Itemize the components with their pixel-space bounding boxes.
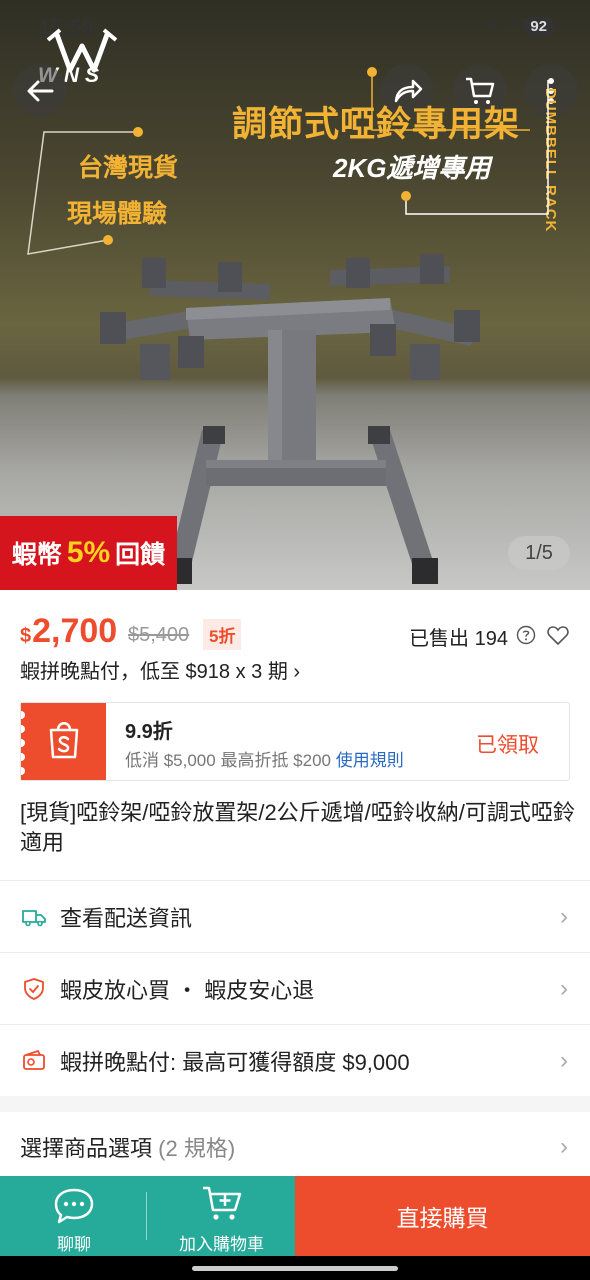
voucher-desc: 低消 $5,000 最高折抵 $200 使用規則: [125, 746, 404, 771]
cart-plus-icon: [203, 1186, 242, 1220]
voucher-condition: 低消 $5,000 最高折抵 $200: [125, 751, 331, 770]
shipping-info-label: 查看配送資訊: [60, 905, 193, 931]
help-icon[interactable]: [516, 625, 536, 645]
coin-prefix: 蝦幣: [11, 541, 62, 569]
options-count: (2 規格): [158, 1136, 236, 1161]
callout-dot: [401, 191, 411, 201]
add-to-cart-button[interactable]: 加入購物車: [148, 1176, 295, 1256]
installment-link[interactable]: 蝦拼晚點付，低至 $918 x 3 期 ›: [20, 655, 300, 684]
callout-dot: [133, 127, 143, 137]
heart-icon[interactable]: [546, 623, 570, 647]
options-label: 選擇商品選項: [20, 1136, 153, 1161]
voucher-shop-badge: [17, 703, 106, 780]
product-options-label: 選擇商品選項 (2 規格): [20, 1131, 235, 1163]
bottom-action-bar: 聊聊 加入購物車 直接購買: [0, 1176, 590, 1256]
shield-check-icon: [24, 978, 44, 1000]
coin-cashback-banner: 蝦幣 5% 回饋: [0, 516, 177, 590]
coin-percent: 5%: [66, 536, 111, 569]
chevron-right-icon: ›: [560, 1133, 568, 1160]
chat-icon: [54, 1188, 94, 1224]
wallet-icon: [23, 1049, 45, 1070]
section-divider: [0, 1096, 590, 1112]
chat-button[interactable]: 聊聊: [0, 1176, 148, 1256]
guarantee-row[interactable]: 蝦皮放心買 ・ 蝦皮安心退 ›: [0, 952, 590, 1024]
voucher-claimed-status[interactable]: 已領取: [476, 729, 539, 759]
current-price: $2,700: [20, 612, 117, 651]
coin-suffix: 回饋: [115, 541, 166, 569]
discount-badge: 5折: [203, 619, 242, 650]
home-indicator[interactable]: [192, 1266, 398, 1271]
chevron-right-icon: ›: [560, 902, 568, 930]
truck-icon: [22, 910, 46, 927]
bottom-separator: [146, 1192, 147, 1240]
currency-symbol: $: [20, 625, 32, 647]
buy-now-button[interactable]: 直接購買: [295, 1176, 590, 1256]
sold-count: 已售出 194: [409, 628, 508, 650]
shipping-info-row[interactable]: 查看配送資訊 ›: [0, 880, 590, 952]
product-image-carousel[interactable]: 15:59 ≋ .ıl 92 WNS 調節式啞鈴專用架 2KG遞增專用 DUMB…: [0, 0, 590, 590]
image-pager: 1/5: [508, 536, 570, 570]
chevron-right-icon: ›: [560, 1046, 568, 1074]
original-price: $5,400: [128, 624, 190, 646]
price-row: $2,700 $5,400 5折 已售出 194: [20, 612, 570, 656]
voucher-title: 9.9折: [125, 721, 173, 743]
guarantee-label: 蝦皮放心買 ・ 蝦皮安心退: [60, 977, 315, 1003]
chevron-right-icon: ›: [560, 974, 568, 1002]
pay-later-row[interactable]: 蝦拼晚點付: 最高可獲得額度 $9,000 ›: [0, 1024, 590, 1096]
voucher-card[interactable]: 9.9折 低消 $5,000 最高折抵 $200 使用規則 已領取: [17, 702, 570, 781]
add-to-cart-label: 加入購物車: [179, 1235, 264, 1254]
chat-label: 聊聊: [57, 1235, 91, 1254]
product-options-row[interactable]: 選擇商品選項 (2 規格) ›: [0, 1112, 590, 1182]
product-page: 15:59 ≋ .ıl 92 WNS 調節式啞鈴專用架 2KG遞增專用 DUMB…: [0, 0, 590, 1280]
current-price-value: 2,700: [32, 612, 118, 650]
callout-dot: [367, 67, 377, 77]
voucher-rule-link[interactable]: 使用規則: [336, 751, 404, 770]
shopee-bag-icon: [17, 711, 79, 775]
product-title: [現貨]啞鈴架/啞鈴放置架/2公斤遞增/啞鈴收納/可調式啞鈴適用: [20, 800, 575, 855]
pay-later-label: 蝦拼晚點付: 最高可獲得額度 $9,000: [60, 1049, 410, 1075]
